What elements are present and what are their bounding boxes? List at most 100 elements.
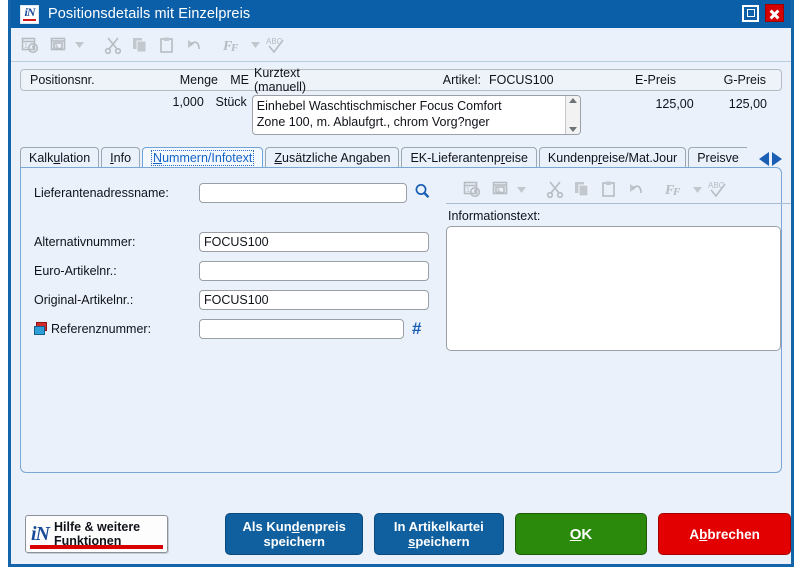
kurztext-textarea[interactable]: Einhebel Waschtischmischer Focus Comfort… <box>251 95 582 135</box>
image-icon[interactable] <box>45 33 71 57</box>
search-icon[interactable] <box>414 183 431 203</box>
save-article-button[interactable]: In Artikelkartei speichern <box>373 513 504 555</box>
tab-kundenpreise-matjour[interactable]: Kundenpreise/Mat.Jour <box>538 147 687 167</box>
value-e-preis: 125,00 <box>655 97 694 111</box>
tab-info[interactable]: Info <box>101 147 141 167</box>
app-logo-text: iN <box>24 5 36 19</box>
spellcheck-icon[interactable]: ABC <box>263 33 289 57</box>
label-alternativnummer: Alternativnummer: <box>34 235 136 249</box>
tab-ek-pre: EK-Lieferantenp <box>410 150 501 165</box>
tab-preisve[interactable]: Preisve <box>688 147 747 167</box>
copy-icon[interactable] <box>127 33 153 57</box>
cancel-button[interactable]: Abbrechen <box>658 513 791 555</box>
maximize-button[interactable] <box>742 4 759 22</box>
font-icon[interactable]: F F <box>221 33 247 57</box>
image-dropdown-icon[interactable] <box>514 177 528 201</box>
tab-zusaetzliche-post: usätzliche Angaben <box>282 150 391 165</box>
field-alternativnummer: Alternativnummer: FOCUS100 <box>34 232 441 252</box>
label-referenznummer-text: Referenznummer: <box>51 322 152 336</box>
app-logo-icon: iN <box>20 4 39 24</box>
tab-strip: Kalkulation Info Nummern/Infotext Zusätz… <box>20 146 782 167</box>
save-article-line2-post: peichern <box>415 534 470 549</box>
save-customer-price-accel: d <box>291 519 300 534</box>
form-left-column: Lieferantenadressname: Alternativnummer:… <box>21 168 441 339</box>
window-controls <box>742 4 784 22</box>
tab-nummern-post: ummern/Infotext <box>162 150 253 165</box>
tab-zusaetzliche-angaben[interactable]: Zusätzliche Angaben <box>265 147 400 167</box>
date-time-icon[interactable]: 1 <box>460 177 486 201</box>
tab-panel-nummern-infotext: Lieferantenadressname: Alternativnummer:… <box>20 167 791 473</box>
input-original-artikelnr[interactable]: FOCUS100 <box>199 290 429 310</box>
infotext-toolbar: 1 F F ABC <box>446 175 791 204</box>
tab-info-post: nfo <box>113 150 132 165</box>
chevron-right-icon[interactable] <box>772 152 782 166</box>
save-customer-price-button[interactable]: Als Kundenpreis speichern <box>225 513 363 555</box>
app-logo-underline <box>23 19 36 21</box>
spellcheck-icon[interactable]: ABC <box>705 177 731 201</box>
close-button[interactable] <box>765 4 784 22</box>
help-button-label: Hilfe & weitere Funktionen <box>54 520 140 548</box>
window-title: Positionsdetails mit Einzelpreis <box>48 6 251 22</box>
title-bar: iN Positionsdetails mit Einzelpreis <box>11 0 791 28</box>
windows-overlap-icon <box>34 322 49 335</box>
font-dropdown-icon[interactable] <box>690 177 704 201</box>
col-e-preis: E-Preis <box>635 73 676 87</box>
tab-kalkulation-pre: Kalk <box>29 150 54 165</box>
undo-icon[interactable] <box>181 33 207 57</box>
help-label-line1: Hilfe & weitere <box>54 520 141 534</box>
image-icon[interactable] <box>487 177 513 201</box>
ok-accel: O <box>569 525 582 543</box>
col-me: ME <box>230 73 249 87</box>
hash-icon[interactable]: # <box>412 319 421 339</box>
artikel-label: Artikel: <box>442 73 481 87</box>
value-g-preis: 125,00 <box>728 97 768 111</box>
input-lieferantenadressname[interactable] <box>199 183 407 203</box>
copy-icon[interactable] <box>569 177 595 201</box>
maximize-icon <box>746 9 755 17</box>
field-original-artikelnr: Original-Artikelnr.: FOCUS100 <box>34 290 441 310</box>
ok-button[interactable]: OK <box>514 513 648 555</box>
informationstext-textarea[interactable] <box>446 226 781 351</box>
svg-text:F: F <box>230 42 239 54</box>
input-referenznummer[interactable] <box>199 319 404 339</box>
label-euro-artikelnr: Euro-Artikelnr.: <box>34 264 117 278</box>
svg-text:1: 1 <box>466 187 470 194</box>
kurztext-line-1: Einhebel Waschtischmischer Focus Comfort <box>256 99 502 113</box>
input-alternativnummer[interactable]: FOCUS100 <box>199 232 429 252</box>
windows-overlap-blue <box>34 326 45 335</box>
cancel-post: brechen <box>707 526 760 542</box>
label-original-artikelnr: Original-Artikelnr.: <box>34 293 134 307</box>
col-kurztext: Kurztext (manuell) <box>254 66 307 94</box>
field-referenznummer: Referenznummer: # <box>34 319 441 339</box>
scroll-down-icon[interactable] <box>569 127 578 132</box>
undo-icon[interactable] <box>623 177 649 201</box>
font-icon[interactable]: F F <box>663 177 689 201</box>
position-value-row: 1,000 Stück Einhebel Waschtischmischer F… <box>20 95 782 135</box>
input-euro-artikelnr[interactable] <box>199 261 429 281</box>
tab-ek-lieferantenpreise[interactable]: EK-Lieferantenpreise <box>401 147 537 167</box>
chevron-left-icon[interactable] <box>759 152 769 166</box>
position-header: Positionsnr. Menge ME Kurztext (manuell)… <box>11 62 791 135</box>
tab-zusaetzliche-accel: Z <box>274 150 283 165</box>
tab-nummern-infotext[interactable]: Nummern/Infotext <box>142 147 264 167</box>
image-dropdown-icon[interactable] <box>72 33 86 57</box>
date-time-icon[interactable]: 1 <box>18 33 44 57</box>
svg-text:1: 1 <box>24 43 28 50</box>
tab-kunden-post: eise/Mat.Jour <box>602 150 678 165</box>
dialog-footer: iN Hilfe & weitere Funktionen Als Kunden… <box>11 504 791 564</box>
scroll-up-icon[interactable] <box>569 98 578 103</box>
cut-icon[interactable] <box>100 33 126 57</box>
paste-icon[interactable] <box>596 177 622 201</box>
value-me: Stück <box>215 95 247 109</box>
tab-kalkulation[interactable]: Kalkulation <box>20 147 100 167</box>
help-button[interactable]: iN Hilfe & weitere Funktionen <box>25 515 169 553</box>
tab-ek-post: eise <box>504 150 528 165</box>
save-customer-price-line2: speichern <box>263 534 325 549</box>
field-euro-artikelnr: Euro-Artikelnr.: <box>34 261 441 281</box>
tab-nav <box>759 152 782 166</box>
col-positionsnr: Positionsnr. <box>30 73 95 87</box>
kurztext-scrollbar[interactable] <box>565 96 581 134</box>
cut-icon[interactable] <box>542 177 568 201</box>
paste-icon[interactable] <box>154 33 180 57</box>
font-dropdown-icon[interactable] <box>248 33 262 57</box>
